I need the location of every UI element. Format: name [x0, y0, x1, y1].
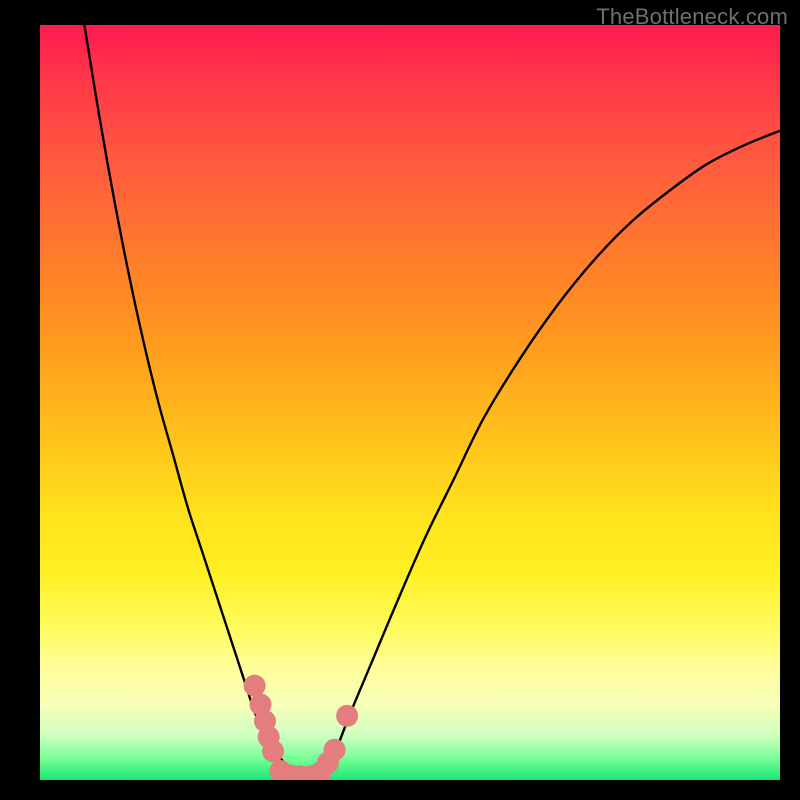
left-branch-path [84, 25, 291, 780]
chart-svg [40, 25, 780, 780]
marker-dot [244, 675, 266, 697]
chart-stage: TheBottleneck.com [0, 0, 800, 800]
marker-dot [324, 739, 346, 761]
marker-dot [336, 705, 358, 727]
series-left-branch [84, 25, 291, 780]
plot-area [40, 25, 780, 780]
series-right-branch [321, 131, 780, 780]
right-branch-path [321, 131, 780, 780]
marker-dot [262, 740, 284, 762]
highlight-markers [244, 675, 359, 780]
